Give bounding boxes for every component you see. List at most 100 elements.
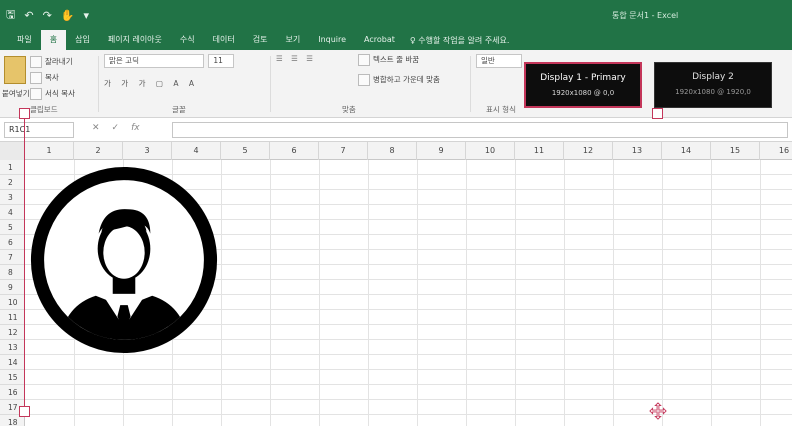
tell-me-box[interactable]: ♀ 수행할 작업을 알려 주세요. bbox=[410, 35, 510, 46]
copy-icon bbox=[30, 72, 42, 84]
column-header[interactable]: 4 bbox=[172, 142, 221, 160]
display-2-resolution: 1920x1080 @ 1920,0 bbox=[675, 88, 751, 96]
vertical-align-buttons[interactable]: ☰ ☰ ☰ bbox=[276, 54, 316, 63]
gridline-horizontal bbox=[25, 369, 792, 370]
format-painter-icon bbox=[30, 88, 42, 100]
display-2-anchor-handle[interactable] bbox=[652, 108, 663, 119]
paste-button[interactable]: 붙여넣기 bbox=[2, 88, 30, 99]
tab-formulas[interactable]: 수식 bbox=[171, 30, 204, 50]
gridline-horizontal bbox=[25, 399, 792, 400]
column-header[interactable]: 10 bbox=[466, 142, 515, 160]
cut-label: 잘라내기 bbox=[45, 57, 73, 66]
alignment-group: ☰ ☰ ☰ 텍스트 줄 바꿈 병합하고 가운데 맞춤 bbox=[276, 54, 440, 86]
selection-handle-top[interactable] bbox=[19, 108, 30, 119]
insert-function-icon[interactable]: fx bbox=[131, 123, 140, 133]
column-header[interactable]: 7 bbox=[319, 142, 368, 160]
font-style-buttons[interactable]: 가 가 가 ▢ A A bbox=[104, 78, 234, 89]
tab-view[interactable]: 보기 bbox=[276, 30, 309, 50]
cancel-icon[interactable]: ✕ bbox=[92, 123, 100, 133]
row-header[interactable]: 10 bbox=[0, 295, 25, 310]
display-2-card[interactable]: Display 2 1920x1080 @ 1920,0 bbox=[654, 62, 772, 108]
selection-handle-bottom[interactable] bbox=[19, 406, 30, 417]
column-header[interactable]: 5 bbox=[221, 142, 270, 160]
column-header[interactable]: 15 bbox=[711, 142, 760, 160]
column-header[interactable]: 2 bbox=[74, 142, 123, 160]
column-header[interactable]: 1 bbox=[25, 142, 74, 160]
gridline-horizontal bbox=[25, 354, 792, 355]
merge-center-icon bbox=[358, 74, 370, 86]
column-header[interactable]: 11 bbox=[515, 142, 564, 160]
row-header[interactable]: 14 bbox=[0, 355, 25, 370]
display-1-card[interactable]: Display 1 - Primary 1920x1080 @ 0,0 bbox=[524, 62, 642, 108]
row-header[interactable]: 8 bbox=[0, 265, 25, 280]
row-header[interactable]: 11 bbox=[0, 310, 25, 325]
row-header[interactable]: 12 bbox=[0, 325, 25, 340]
redo-icon[interactable]: ↷ bbox=[43, 9, 52, 22]
wrap-text-button[interactable]: 텍스트 줄 바꿈 bbox=[358, 54, 419, 66]
ribbon-tabs: 파일 홈 삽입 페이지 레이아웃 수식 데이터 검토 보기 Inquire Ac… bbox=[0, 30, 792, 50]
window-title: 통합 문서1 - Excel bbox=[612, 11, 679, 20]
gridline-vertical bbox=[270, 160, 271, 426]
merge-center-button[interactable]: 병합하고 가운데 맞춤 bbox=[358, 74, 440, 86]
tab-inquire[interactable]: Inquire bbox=[309, 30, 355, 50]
column-header[interactable]: 16 bbox=[760, 142, 792, 160]
row-header[interactable]: 5 bbox=[0, 220, 25, 235]
undo-icon[interactable]: ↶ bbox=[24, 9, 33, 22]
formula-bar: R1C1 ✕ ✓ fx bbox=[0, 118, 792, 142]
row-header[interactable]: 4 bbox=[0, 205, 25, 220]
column-header[interactable]: 13 bbox=[613, 142, 662, 160]
copy-label: 복사 bbox=[45, 73, 59, 82]
column-header[interactable]: 3 bbox=[123, 142, 172, 160]
row-header[interactable]: 2 bbox=[0, 175, 25, 190]
tab-page-layout[interactable]: 페이지 레이아웃 bbox=[99, 30, 171, 50]
column-header[interactable]: 9 bbox=[417, 142, 466, 160]
cut-button[interactable]: 잘라내기 bbox=[30, 56, 73, 68]
font-name-select[interactable]: 맑은 고딕 bbox=[104, 54, 204, 68]
tab-data[interactable]: 데이터 bbox=[204, 30, 244, 50]
number-format-select[interactable]: 일반 bbox=[476, 54, 522, 68]
tab-acrobat[interactable]: Acrobat bbox=[355, 30, 404, 50]
clipboard-group-label: 클립보드 bbox=[30, 105, 58, 114]
format-painter-button[interactable]: 서식 복사 bbox=[30, 88, 75, 100]
formula-bar-buttons: ✕ ✓ fx bbox=[92, 123, 140, 133]
gridline-vertical bbox=[466, 160, 467, 426]
tab-review[interactable]: 검토 bbox=[244, 30, 277, 50]
row-header[interactable]: 6 bbox=[0, 235, 25, 250]
tab-insert[interactable]: 삽입 bbox=[66, 30, 99, 50]
row-header[interactable]: 1 bbox=[0, 160, 25, 175]
row-header[interactable]: 13 bbox=[0, 340, 25, 355]
gridline-vertical bbox=[515, 160, 516, 426]
gridline-horizontal bbox=[25, 384, 792, 385]
customize-qat-icon[interactable]: ▾ bbox=[84, 9, 90, 22]
merge-center-label: 병합하고 가운데 맞춤 bbox=[373, 75, 440, 84]
touch-mode-icon[interactable]: ✋ bbox=[61, 9, 75, 22]
row-header[interactable]: 16 bbox=[0, 385, 25, 400]
wrap-text-label: 텍스트 줄 바꿈 bbox=[373, 55, 420, 64]
row-header[interactable]: 15 bbox=[0, 370, 25, 385]
tab-file[interactable]: 파일 bbox=[8, 30, 41, 50]
gridline-vertical bbox=[368, 160, 369, 426]
number-group: 일반 bbox=[476, 54, 522, 68]
row-header[interactable]: 9 bbox=[0, 280, 25, 295]
tab-home[interactable]: 홈 bbox=[40, 30, 67, 50]
enter-icon[interactable]: ✓ bbox=[112, 123, 120, 133]
paste-icon[interactable] bbox=[4, 56, 26, 84]
row-header[interactable]: 3 bbox=[0, 190, 25, 205]
alignment-group-label: 맞춤 bbox=[342, 105, 356, 114]
column-header[interactable]: 6 bbox=[270, 142, 319, 160]
column-header[interactable]: 12 bbox=[564, 142, 613, 160]
select-all-corner[interactable] bbox=[0, 142, 25, 160]
copy-button[interactable]: 복사 bbox=[30, 72, 59, 84]
column-header[interactable]: 8 bbox=[368, 142, 417, 160]
font-size-select[interactable]: 11 bbox=[208, 54, 235, 68]
row-header[interactable]: 7 bbox=[0, 250, 25, 265]
name-box[interactable]: R1C1 bbox=[4, 122, 74, 138]
display-2-name: Display 2 bbox=[692, 72, 734, 82]
user-avatar-icon[interactable] bbox=[30, 166, 218, 354]
gridline-horizontal bbox=[25, 414, 792, 415]
move-cursor-icon bbox=[649, 402, 667, 420]
column-header[interactable]: 14 bbox=[662, 142, 711, 160]
save-icon[interactable]: 🖫 bbox=[6, 6, 15, 25]
wrap-text-icon bbox=[358, 54, 370, 66]
formula-input[interactable] bbox=[172, 122, 788, 138]
